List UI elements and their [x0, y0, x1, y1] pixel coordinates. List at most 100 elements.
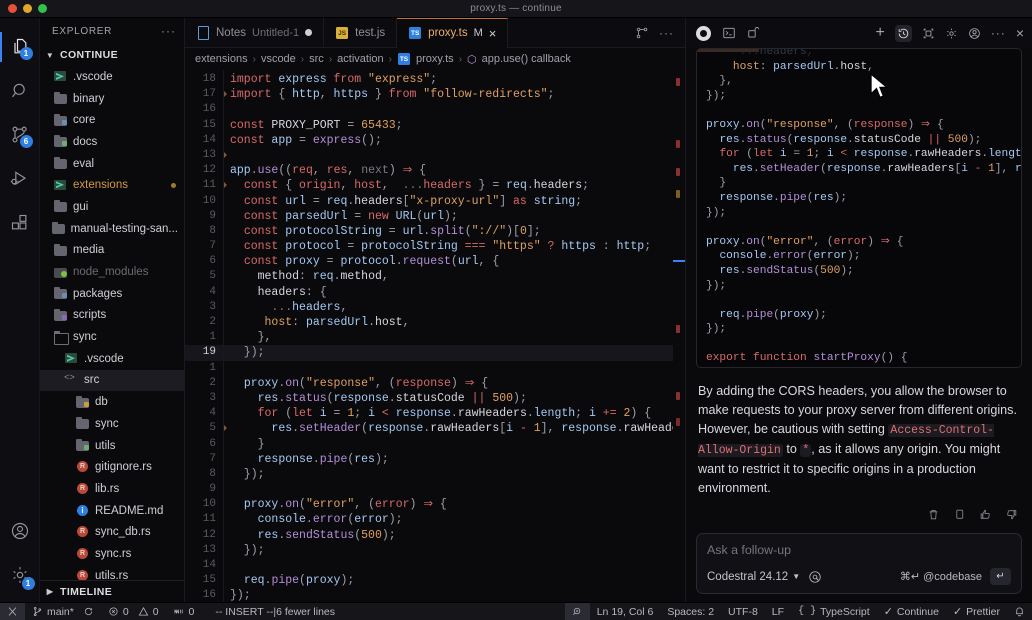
tree-item[interactable]: lib.rs [40, 478, 184, 500]
tree-item[interactable]: .vscode [40, 348, 184, 370]
code-line[interactable]: const PROXY_PORT = 65433; [224, 118, 673, 133]
overview-ruler[interactable] [673, 70, 685, 602]
chat-code-block[interactable]: ...headers, host: parsedUrl.host, },}); … [696, 48, 1022, 368]
file-tree[interactable]: .vscode binary core docs eval extensions gui ma… [40, 66, 184, 580]
activity-source-control[interactable]: 6 [0, 114, 40, 156]
status-radon[interactable]: 0 [166, 603, 202, 620]
code-line[interactable]: ...headers, [224, 300, 673, 315]
editor-tab-actions[interactable]: ··· [624, 18, 685, 47]
breadcrumb-item[interactable]: src [309, 53, 324, 65]
status-vim-mode[interactable]: -- INSERT --|6 fewer lines [201, 603, 342, 620]
split-editor-icon[interactable] [635, 26, 649, 40]
editor-tab[interactable]: Notes Untitled-1 [185, 18, 325, 47]
codebase-shortcut-hint[interactable]: ⌘↵ @codebase [900, 570, 982, 583]
chat-scroll-area[interactable]: ...headers, host: parsedUrl.host, },}); … [686, 48, 1032, 521]
code-line[interactable]: import { http, https } from "follow-redi… [224, 87, 673, 102]
chat-input-container[interactable]: Ask a follow-up Codestral 24.12 ▼ ⌘↵ @co… [696, 533, 1022, 594]
tree-item[interactable]: gui [40, 196, 184, 218]
code-line[interactable]: proxy.on("error", (error) ⇒ { [224, 497, 673, 512]
tree-item[interactable]: src [40, 369, 184, 392]
code-line[interactable]: }); [224, 345, 673, 361]
status-indentation[interactable]: Spaces: 2 [660, 603, 721, 620]
sidebar-more-actions-icon[interactable]: ··· [161, 25, 176, 37]
code-line[interactable]: host: parsedUrl.host, [224, 315, 673, 330]
breadcrumb-item[interactable]: extensions [195, 53, 248, 65]
code-line[interactable]: }); [224, 588, 673, 602]
explorer-root-section[interactable]: ▼ CONTINUE [40, 44, 184, 66]
code-line[interactable]: res.setHeader(response.rawHeaders[i - 1]… [224, 421, 673, 436]
status-git-branch[interactable]: main* [25, 603, 101, 620]
editor-tabs[interactable]: Notes Untitled-1 test.js proxy.ts M × ··· [185, 18, 685, 48]
code-line[interactable]: const app = express(); [224, 133, 673, 148]
code-line[interactable]: const parsedUrl = new URL(url); [224, 209, 673, 224]
code-line[interactable]: const url = req.headers["x-proxy-url"] a… [224, 194, 673, 209]
tree-item[interactable]: scripts [40, 305, 184, 327]
breadcrumb-item[interactable]: proxy.ts [416, 53, 454, 65]
editor-tab[interactable]: test.js [324, 18, 398, 47]
sync-icon[interactable] [83, 606, 94, 617]
settings-gear-icon[interactable] [945, 27, 958, 40]
editor-more-actions-icon[interactable]: ··· [659, 27, 674, 39]
add-context-icon[interactable] [808, 570, 822, 584]
tree-item[interactable]: utils.rs [40, 565, 184, 580]
status-problems[interactable]: 0 0 [101, 603, 166, 620]
tree-item[interactable]: .vscode [40, 66, 184, 88]
send-message-button[interactable]: ↵ [990, 568, 1011, 585]
chat-input[interactable]: Ask a follow-up [707, 543, 1011, 557]
status-language-mode[interactable]: { } TypeScript [791, 603, 877, 620]
activity-explorer[interactable]: 1 [0, 26, 40, 68]
status-remote-indicator[interactable] [0, 602, 25, 620]
code-line[interactable]: const protocolString = url.split("://")[… [224, 224, 673, 239]
code-line[interactable]: }, [224, 330, 673, 345]
code-line[interactable]: const proxy = protocol.request(url, { [224, 254, 673, 269]
history-icon[interactable] [894, 24, 912, 42]
tree-item[interactable]: packages [40, 283, 184, 305]
activity-manage-settings[interactable]: 1 [0, 554, 40, 596]
tree-item[interactable]: sync.rs [40, 543, 184, 565]
code-line[interactable]: req.pipe(proxy); [224, 573, 673, 588]
code-line[interactable]: res.sendStatus(500); [224, 528, 673, 543]
activity-accounts[interactable] [0, 510, 40, 552]
breadcrumb-item[interactable]: activation [337, 53, 383, 65]
thumbs-up-icon[interactable] [979, 508, 992, 521]
delete-icon[interactable] [927, 508, 940, 521]
status-encoding[interactable]: UTF-8 [721, 603, 765, 620]
close-panel-icon[interactable]: × [1016, 26, 1024, 40]
tree-item[interactable]: extensions [40, 174, 184, 196]
status-continue[interactable]: ✓ Continue [877, 603, 946, 620]
timeline-section[interactable]: ▶ TIMELINE [40, 580, 184, 602]
tree-item[interactable]: node_modules [40, 261, 184, 283]
tree-item[interactable]: sync [40, 326, 184, 348]
code-line[interactable]: const protocol = protocolString === "htt… [224, 239, 673, 254]
code-line[interactable] [224, 148, 673, 163]
activity-search[interactable] [0, 70, 40, 112]
code-line[interactable]: response.pipe(res); [224, 452, 673, 467]
code-line[interactable]: import express from "express"; [224, 72, 673, 87]
tree-item[interactable]: sync_db.rs [40, 521, 184, 543]
editor-tab[interactable]: proxy.ts M × [397, 18, 509, 48]
code-line[interactable]: } [224, 437, 673, 452]
activity-extensions[interactable] [0, 202, 40, 244]
code-line[interactable] [224, 102, 673, 117]
lock-panel-icon[interactable] [747, 26, 761, 40]
tree-item[interactable]: manual-testing-san... [40, 218, 184, 240]
screenshot-icon[interactable] [922, 27, 935, 40]
tree-item[interactable]: README.md [40, 500, 184, 522]
activity-run-and-debug[interactable] [0, 158, 40, 200]
code-line[interactable]: method: req.method, [224, 269, 673, 284]
breadcrumb[interactable]: extensions › vscode › src › activation › proxy.t… [185, 48, 685, 70]
code-line[interactable]: headers: { [224, 285, 673, 300]
tree-item[interactable]: docs [40, 131, 184, 153]
status-search[interactable] [564, 602, 590, 620]
copy-icon[interactable] [953, 508, 966, 521]
code-line[interactable] [224, 482, 673, 497]
code-line[interactable]: for (let i = 1; i < response.rawHeaders.… [224, 406, 673, 421]
tree-item[interactable]: media [40, 240, 184, 262]
status-cursor-position[interactable]: Ln 19, Col 6 [590, 603, 661, 620]
code-line[interactable] [224, 361, 673, 376]
status-eol[interactable]: LF [765, 603, 791, 620]
tree-item[interactable]: binary [40, 88, 184, 110]
tree-item[interactable]: core [40, 109, 184, 131]
code-lines[interactable]: import express from "express"; import { h… [223, 70, 673, 602]
breadcrumb-item[interactable]: app.use() callback [482, 53, 571, 65]
